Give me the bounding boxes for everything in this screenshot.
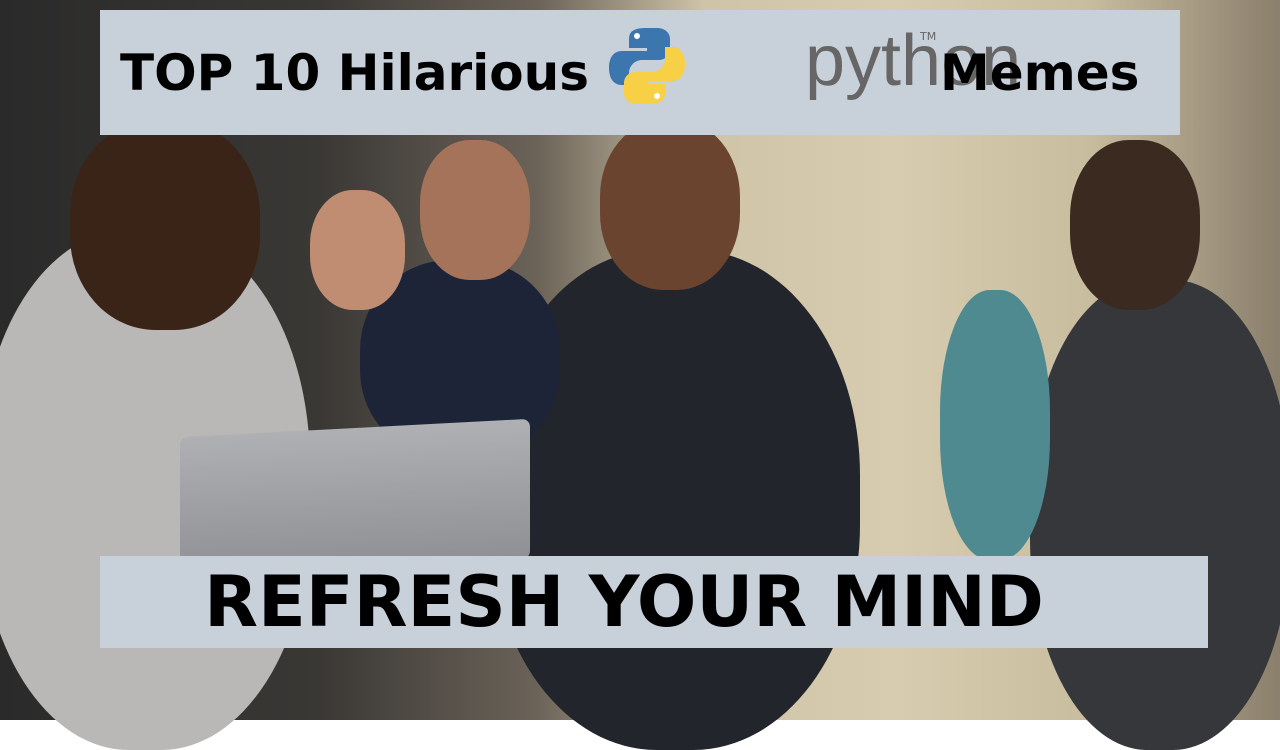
subtitle-banner: REFRESH YOUR MIND <box>100 556 1208 648</box>
python-logo-icon <box>609 28 685 104</box>
laptop <box>180 418 530 578</box>
person-left-head <box>70 120 260 330</box>
subtitle-text: REFRESH YOUR MIND <box>204 561 1044 643</box>
title-suffix: Memes <box>940 44 1140 102</box>
person-back2-head <box>310 190 405 310</box>
person-right-suit <box>1030 280 1280 750</box>
title-prefix: TOP 10 Hilarious <box>120 44 590 102</box>
person-woman <box>940 290 1050 560</box>
person-back-head <box>420 140 530 280</box>
person-right-head <box>1070 140 1200 310</box>
title-banner: TOP 10 Hilarious python TM Memes <box>100 10 1180 135</box>
person-center-head <box>600 120 740 290</box>
trademark-symbol: TM <box>920 30 937 43</box>
